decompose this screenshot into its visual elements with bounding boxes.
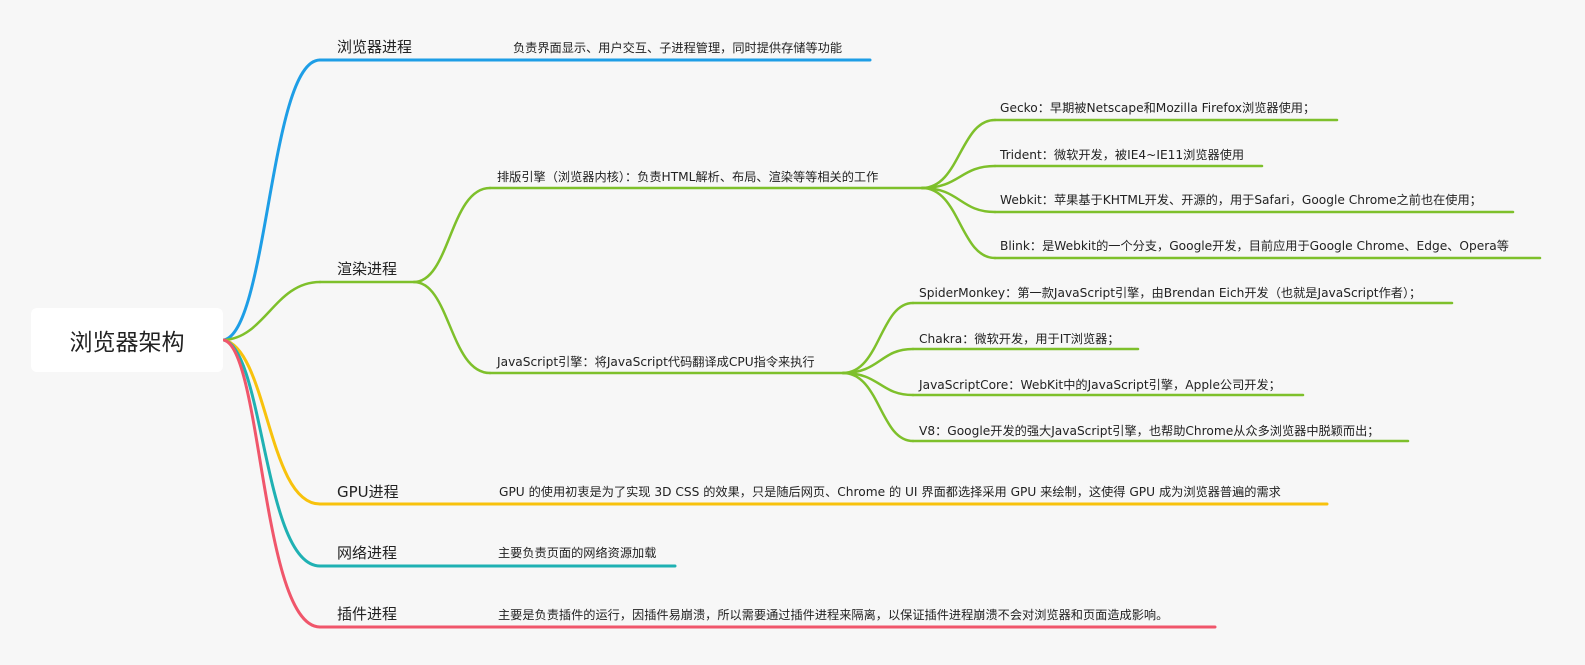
connector-render-js <box>412 280 492 375</box>
node-blink[interactable]: Blink：是Webkit的一个分支，Google开发，目前应用于Google … <box>1000 236 1509 254</box>
node-js-engine[interactable]: JavaScript引擎：将JavaScript代码翻译成CPU指令来执行 <box>497 352 815 370</box>
mindmap-connectors <box>222 58 1542 629</box>
node-network-desc[interactable]: 主要负责页面的网络资源加载 <box>498 543 656 561</box>
node-webkit[interactable]: Webkit：苹果基于KHTML开发、开源的，用于Safari，Google C… <box>1000 190 1482 208</box>
node-layout-engine[interactable]: 排版引擎（浏览器内核）：负责HTML解析、布局、渲染等等相关的工作 <box>497 167 878 185</box>
node-gpu-desc[interactable]: GPU 的使用初衷是为了实现 3D CSS 的效果，只是随后网页、Chrome … <box>499 482 1281 500</box>
node-plugin-desc[interactable]: 主要是负责插件的运行，因插件易崩溃，所以需要通过插件进程来隔离，以保证插件进程崩… <box>498 605 1168 623</box>
connector-js-chakra <box>841 347 915 375</box>
node-javascriptcore[interactable]: JavaScriptCore：WebKit中的JavaScript引擎，Appl… <box>919 375 1281 393</box>
node-browser-process[interactable]: 浏览器进程 <box>337 36 412 57</box>
root-node[interactable]: 浏览器架构 <box>31 308 223 372</box>
connector-root-render <box>222 280 322 342</box>
node-chakra[interactable]: Chakra：微软开发，用于IT浏览器； <box>919 329 1120 347</box>
connector-root-browser <box>222 58 322 342</box>
node-network-process[interactable]: 网络进程 <box>337 542 397 563</box>
node-trident[interactable]: Trident：微软开发，被IE4~IE11浏览器使用 <box>1000 145 1244 163</box>
node-v8[interactable]: V8：Google开发的强大JavaScript引擎，也帮助Chrome从众多浏… <box>919 421 1379 439</box>
node-spidermonkey[interactable]: SpiderMonkey：第一款JavaScript引擎，由Brendan Ei… <box>919 283 1421 301</box>
root-label: 浏览器架构 <box>69 330 185 356</box>
node-plugin-process[interactable]: 插件进程 <box>337 603 397 624</box>
connector-render-layout <box>412 186 492 284</box>
node-gpu-process[interactable]: GPU进程 <box>337 481 399 502</box>
node-render-process[interactable]: 渲染进程 <box>337 258 397 279</box>
node-gecko[interactable]: Gecko：早期被Netscape和Mozilla Firefox浏览器使用； <box>1000 98 1315 116</box>
node-browser-desc[interactable]: 负责界面显示、用户交互、子进程管理，同时提供存储等功能 <box>513 38 842 56</box>
